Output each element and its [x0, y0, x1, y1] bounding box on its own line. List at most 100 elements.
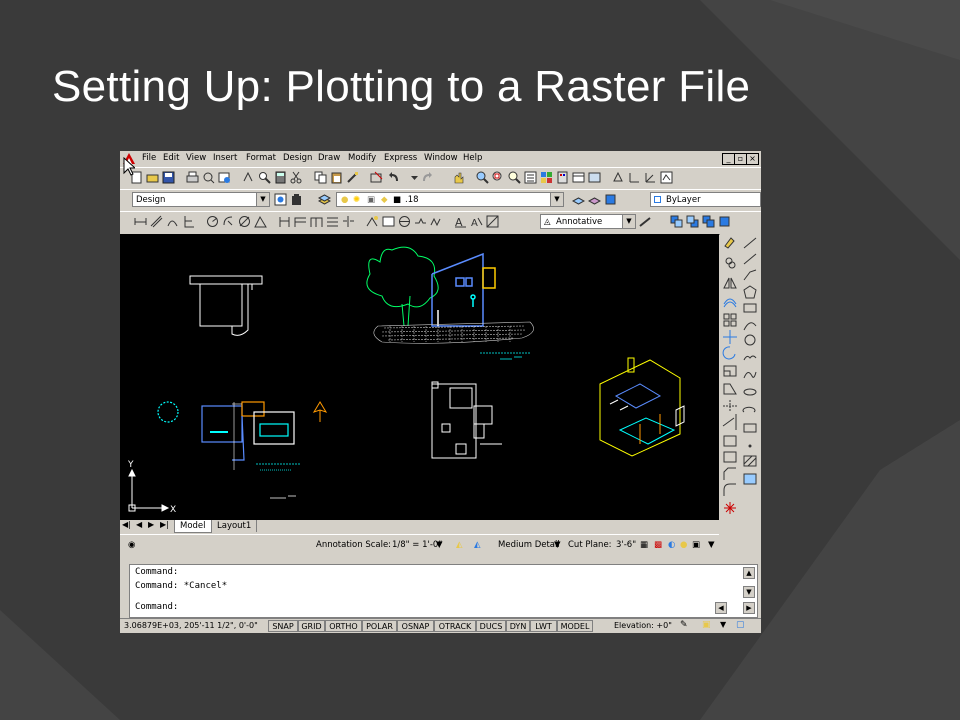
mirror-icon[interactable] [723, 277, 737, 289]
chevron-down-icon[interactable]: ▼ [550, 193, 563, 206]
copy-icon[interactable] [314, 171, 327, 184]
elevation-readout[interactable]: Elevation: +0" [614, 621, 672, 630]
polar-toggle[interactable]: POLAR [362, 620, 397, 632]
publish-icon[interactable] [218, 171, 231, 184]
point-icon[interactable] [748, 444, 752, 448]
linear-dim-icon[interactable] [134, 215, 147, 228]
revcloud-icon[interactable] [743, 355, 757, 361]
radius-dim-icon[interactable] [206, 215, 219, 228]
detail-dropdown-icon[interactable]: ▼ [554, 540, 561, 550]
workspace-save-icon[interactable] [290, 193, 303, 206]
scale-icon[interactable] [723, 365, 737, 377]
trim-icon[interactable] [723, 400, 737, 412]
draworder-below-icon[interactable] [718, 215, 731, 228]
pan-realtime-icon[interactable] [452, 171, 465, 184]
menu-design[interactable]: Design [283, 153, 312, 163]
diameter-dim-icon[interactable] [238, 215, 251, 228]
move-icon[interactable] [723, 330, 737, 344]
ducs-toggle[interactable]: DUCS [476, 620, 506, 632]
ucs-icon[interactable] [628, 171, 641, 184]
bulb-icon[interactable]: ● [680, 540, 687, 550]
zoom-window-icon[interactable] [492, 171, 505, 184]
rectangle-icon[interactable] [743, 303, 757, 313]
menu-file[interactable]: File [142, 153, 156, 163]
jogged-linear-icon[interactable] [414, 215, 427, 228]
quickcalc-icon[interactable] [612, 171, 625, 184]
hatch-icon[interactable] [743, 455, 757, 467]
zoom-previous-icon[interactable] [508, 171, 521, 184]
dim-space-icon[interactable] [326, 215, 339, 228]
clean-screen-icon[interactable]: ▢ [736, 620, 745, 630]
layer-plot-icon[interactable]: ◆ [381, 193, 388, 208]
menu-draw[interactable]: Draw [318, 153, 340, 163]
cut-icon[interactable] [290, 171, 303, 184]
explode-icon[interactable] [724, 502, 736, 514]
menu-window[interactable]: Window [424, 153, 458, 163]
plot-icon[interactable] [186, 171, 199, 184]
fillet-icon[interactable] [723, 483, 736, 496]
workspace-select[interactable]: Design ▼ [132, 192, 270, 207]
menu-modify[interactable]: Modify [348, 153, 376, 163]
tray-dropdown-icon[interactable]: ▼ [708, 540, 715, 550]
menu-view[interactable]: View [186, 153, 206, 163]
cut-plane-value[interactable]: 3'-6" [616, 540, 636, 550]
prev-tab-icon[interactable]: ◀ [136, 520, 142, 529]
scale-dropdown-icon[interactable]: ▼ [436, 540, 443, 550]
layer-lock-icon[interactable]: ▣ [367, 193, 375, 208]
circle-icon[interactable] [744, 334, 756, 346]
command-prompt[interactable]: Command: [135, 602, 178, 612]
auto-scale-icon[interactable]: ◭ [474, 540, 481, 550]
zoom-realtime-icon[interactable] [476, 171, 489, 184]
inspection-icon[interactable] [398, 215, 411, 228]
find-icon[interactable] [258, 171, 271, 184]
redo-icon[interactable] [420, 171, 433, 184]
design-center-icon[interactable] [540, 171, 553, 184]
workspace-settings-icon[interactable] [274, 193, 287, 206]
erase-icon[interactable] [724, 237, 735, 249]
menu-edit[interactable]: Edit [163, 153, 179, 163]
grid-toggle[interactable]: GRID [298, 620, 325, 632]
region-icon[interactable] [743, 473, 757, 485]
dynamic-icon[interactable]: ▣ [692, 540, 700, 550]
continue-dim-icon[interactable] [310, 215, 323, 228]
next-tab-icon[interactable]: ▶ [148, 520, 154, 529]
markup-icon[interactable] [588, 171, 601, 184]
menu-insert[interactable]: Insert [213, 153, 237, 163]
ellipse-icon[interactable] [743, 388, 757, 396]
chevron-down-icon[interactable]: ▼ [256, 193, 269, 206]
plot-preview-icon[interactable] [202, 171, 215, 184]
calculator-icon[interactable] [274, 171, 287, 184]
sheet-set-icon[interactable] [572, 171, 585, 184]
ortho-toggle[interactable]: ORTHO [325, 620, 362, 632]
status-dropdown-icon[interactable]: ▼ [720, 620, 726, 629]
ellipse-arc-icon[interactable] [742, 406, 756, 413]
toggle-icon[interactable]: ◉ [128, 540, 135, 550]
color-select[interactable]: ByLayer [650, 192, 761, 207]
menu-express[interactable]: Express [384, 153, 417, 163]
close-icon[interactable]: × [746, 153, 759, 165]
lwt-toggle[interactable]: LWT [530, 620, 557, 632]
aligned-dim-icon[interactable] [150, 215, 163, 228]
menu-help[interactable]: Help [463, 153, 482, 163]
snap-toggle[interactable]: SNAP [268, 620, 298, 632]
draworder-back-icon[interactable] [686, 215, 699, 228]
extend-icon[interactable] [722, 414, 737, 430]
detail-level[interactable]: Medium Detail [498, 540, 560, 550]
polygon-icon[interactable] [743, 285, 757, 299]
tab-model[interactable]: Model [174, 520, 212, 533]
construction-line-icon[interactable] [743, 253, 757, 265]
surface-hatch-icon[interactable]: ▩ [654, 540, 662, 550]
lock-icon[interactable]: ▣ [702, 620, 711, 630]
tab-layout1[interactable]: Layout1 [212, 520, 258, 532]
spline-icon[interactable] [743, 371, 757, 379]
scroll-up-icon[interactable]: ▲ [743, 567, 755, 579]
open-folder-icon[interactable] [146, 171, 159, 184]
layer-on-icon[interactable]: ● [341, 193, 348, 208]
polyline-icon[interactable] [743, 269, 757, 281]
viewport-icon[interactable] [660, 171, 673, 184]
baseline-dim-icon[interactable] [294, 215, 307, 228]
arc-icon[interactable] [743, 322, 757, 331]
paste-icon[interactable] [330, 171, 343, 184]
layer-select[interactable]: ● ✺ ▣ ◆ ■ .18 ▼ [336, 192, 564, 207]
model-toggle[interactable]: MODEL [557, 620, 593, 632]
